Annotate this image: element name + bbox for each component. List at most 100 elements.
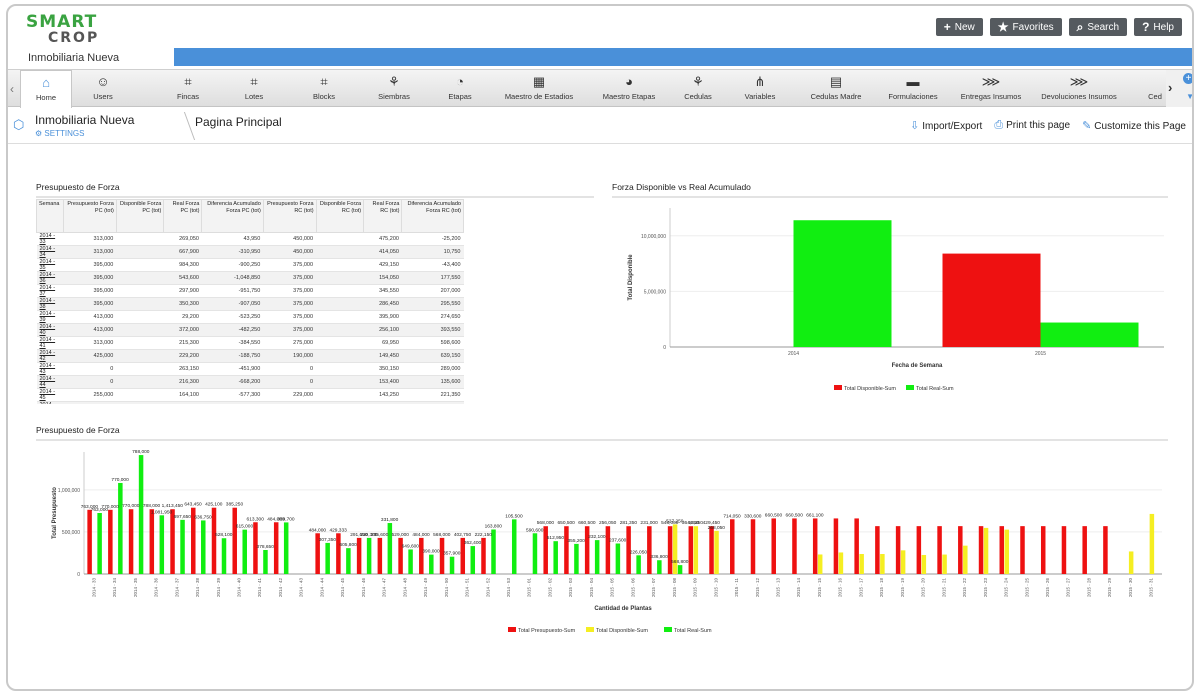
bar-total-disponible-sum	[1128, 551, 1134, 574]
smartcrop-logo[interactable]: SMART CROP	[26, 14, 118, 48]
week-link[interactable]: 2014 - 46	[36, 401, 64, 404]
bar-total-presupuesto-sum	[419, 537, 424, 574]
nav-item-maestro-de-estadios[interactable]: ▦ Maestro de Estadios	[500, 70, 578, 107]
bar-total-real-sum	[408, 549, 413, 574]
nav-item-blocks[interactable]: ⌗ Blocks	[296, 70, 352, 107]
nav-item-siembras[interactable]: ⚘ Siembras	[366, 70, 422, 107]
nav-item-home[interactable]: ⌂ Home	[20, 70, 72, 108]
week-link[interactable]: 2014 - 35	[36, 258, 64, 272]
table-cell: 190,000	[263, 349, 317, 363]
nav-item-devoluciones-insumos[interactable]: ⋙ Devoluciones Insumos	[1038, 70, 1120, 107]
table-section-title: Presupuesto de Forza	[36, 182, 120, 192]
table-cell	[116, 336, 164, 350]
data-label: 237,600	[609, 538, 627, 544]
column-header[interactable]: Presupuesto Forza PC (tot)	[63, 199, 117, 233]
nav-item-variables[interactable]: ⋔ Variables	[732, 70, 788, 107]
data-label: 568,000	[537, 520, 555, 526]
nav-item-cedulas-madre[interactable]: ▤ Cedulas Madre	[802, 70, 870, 107]
nav-item-maestro-etapas[interactable]: ◕ Maestro Etapas	[598, 70, 660, 107]
search-button[interactable]: ⌕ Search	[1068, 18, 1128, 36]
y-tick-label: 500,000	[62, 530, 80, 536]
bar-total-presupuesto-sum	[1082, 526, 1087, 574]
help-button[interactable]: ? Help	[1134, 18, 1182, 36]
data-label: 568,000	[433, 532, 451, 538]
table-cell: 263,150	[163, 362, 202, 376]
bar-total-presupuesto-sum	[211, 507, 217, 574]
print-link[interactable]: ⎙ Print this page	[994, 119, 1070, 132]
table-cell: -451,900	[201, 362, 264, 376]
table-cell: 10,750	[401, 245, 464, 259]
table-cell: 984,300	[163, 258, 202, 272]
nav-item-lotes[interactable]: ⌗ Lotes	[226, 70, 282, 107]
settings-link[interactable]: ⚙ SETTINGS	[35, 129, 84, 138]
add-tab-icon[interactable]: +	[1183, 73, 1192, 84]
bar-total-disponible-sum	[880, 554, 885, 574]
week-link[interactable]: 2014 - 40	[36, 323, 64, 337]
bar-total-real-sum	[470, 546, 476, 574]
nav-item-users[interactable]: ☺ Users	[80, 70, 126, 107]
column-header[interactable]: Disponible Forza RC (tot)	[315, 199, 365, 233]
bar-total-presupuesto-sum	[377, 537, 383, 574]
forza-table: Semana Presupuesto Forza PC (tot) Disponib…	[36, 199, 464, 404]
favorites-label: Favorites	[1012, 21, 1054, 33]
nav-left-arrow-icon[interactable]: ‹	[10, 82, 14, 96]
column-header[interactable]: Real Forza PC (tot)	[163, 199, 203, 233]
x-tick-label: 2015 - 10	[713, 578, 718, 598]
x-tick-label: 2015 - 02	[547, 578, 552, 598]
table-cell: 395,000	[63, 297, 117, 311]
week-link[interactable]: 2014 - 39	[36, 310, 64, 324]
column-header[interactable]: Diferencia Acumulado Forza PC (tot)	[201, 199, 264, 233]
table-cell: -606,950	[201, 401, 264, 404]
plant-icon: ⚘	[692, 74, 704, 89]
customize-label: Customize this Page	[1094, 121, 1186, 132]
week-link[interactable]: 2014 - 41	[36, 336, 64, 350]
data-label: 697,650	[174, 514, 192, 520]
customize-link[interactable]: ✎ Customize this Page	[1082, 119, 1186, 132]
forza-table-container[interactable]: Semana Presupuesto Forza PC (tot) Disponib…	[36, 199, 464, 404]
week-link[interactable]: 2014 - 43	[36, 362, 64, 376]
nav-item-entregas-insumos[interactable]: ⋙ Entregas Insumos	[954, 70, 1028, 107]
data-label: 331,800	[381, 517, 399, 523]
nav-right-arrow-icon[interactable]: ›	[1168, 80, 1172, 95]
bar-total-presupuesto-sum	[273, 522, 279, 574]
week-link[interactable]: 2014 - 42	[36, 349, 64, 363]
grid-icon: ⌗	[250, 74, 258, 89]
column-header[interactable]: Real Forza RC (tot)	[363, 199, 403, 233]
week-link[interactable]: 2014 - 44	[36, 375, 64, 389]
week-link[interactable]: 2014 - 34	[36, 245, 64, 259]
column-header[interactable]: Disponible Forza PC (tot)	[115, 199, 165, 233]
x-tick-label: 2015 - 08	[672, 578, 677, 598]
data-label: 226,050	[630, 549, 648, 555]
forza-disponible-chart: 0 5,000,000 10,000,000 2014 2015 Fecha de Sem…	[628, 208, 1164, 392]
table-cell: 275,000	[263, 336, 317, 350]
bar-total-presupuesto-sum	[356, 537, 362, 574]
column-header[interactable]: Diferencia Acumulado Forza RC (tot)	[401, 199, 464, 233]
week-link[interactable]: 2014 - 45	[36, 388, 64, 402]
nav-dropdown-icon[interactable]: ▼	[1186, 92, 1192, 101]
favorites-button[interactable]: ★ Favorites	[989, 18, 1062, 36]
x-tick-label: 2014	[788, 351, 799, 357]
week-link[interactable]: 2014 - 37	[36, 284, 64, 298]
table-cell: 372,000	[163, 323, 202, 337]
table-cell: 284,650	[163, 401, 202, 404]
data-label: 512,950	[547, 535, 565, 541]
new-button[interactable]: + New	[935, 18, 983, 36]
data-label: 484,000	[309, 527, 327, 533]
week-link[interactable]: 2014 - 36	[36, 271, 64, 285]
table-cell: 0	[263, 375, 317, 389]
data-label: 528,100	[215, 532, 233, 538]
table-cell	[316, 310, 364, 324]
week-link[interactable]: 2014 - 38	[36, 297, 64, 311]
nav-item-etapas[interactable]: ◔ Etapas	[436, 70, 484, 107]
nav-item-fincas[interactable]: ⌗ Fincas	[160, 70, 216, 107]
week-link[interactable]: 2014 - 33	[36, 232, 64, 246]
table-cell: 215,300	[163, 336, 202, 350]
nav-item-cedulas[interactable]: ⚘ Cedulas	[670, 70, 726, 107]
nav-item-formulaciones[interactable]: ▬ Formulaciones	[878, 70, 948, 107]
column-header[interactable]: Semana	[36, 199, 65, 233]
column-header[interactable]: Presupuesto Forza RC (tot)	[262, 199, 317, 233]
import-export-link[interactable]: ⇩ Import/Export	[910, 119, 982, 132]
x-tick-label: 2015 - 13	[775, 578, 780, 598]
x-tick-label: 2015 - 07	[651, 578, 656, 598]
x-tick-label: 2014 - 35	[133, 578, 138, 598]
